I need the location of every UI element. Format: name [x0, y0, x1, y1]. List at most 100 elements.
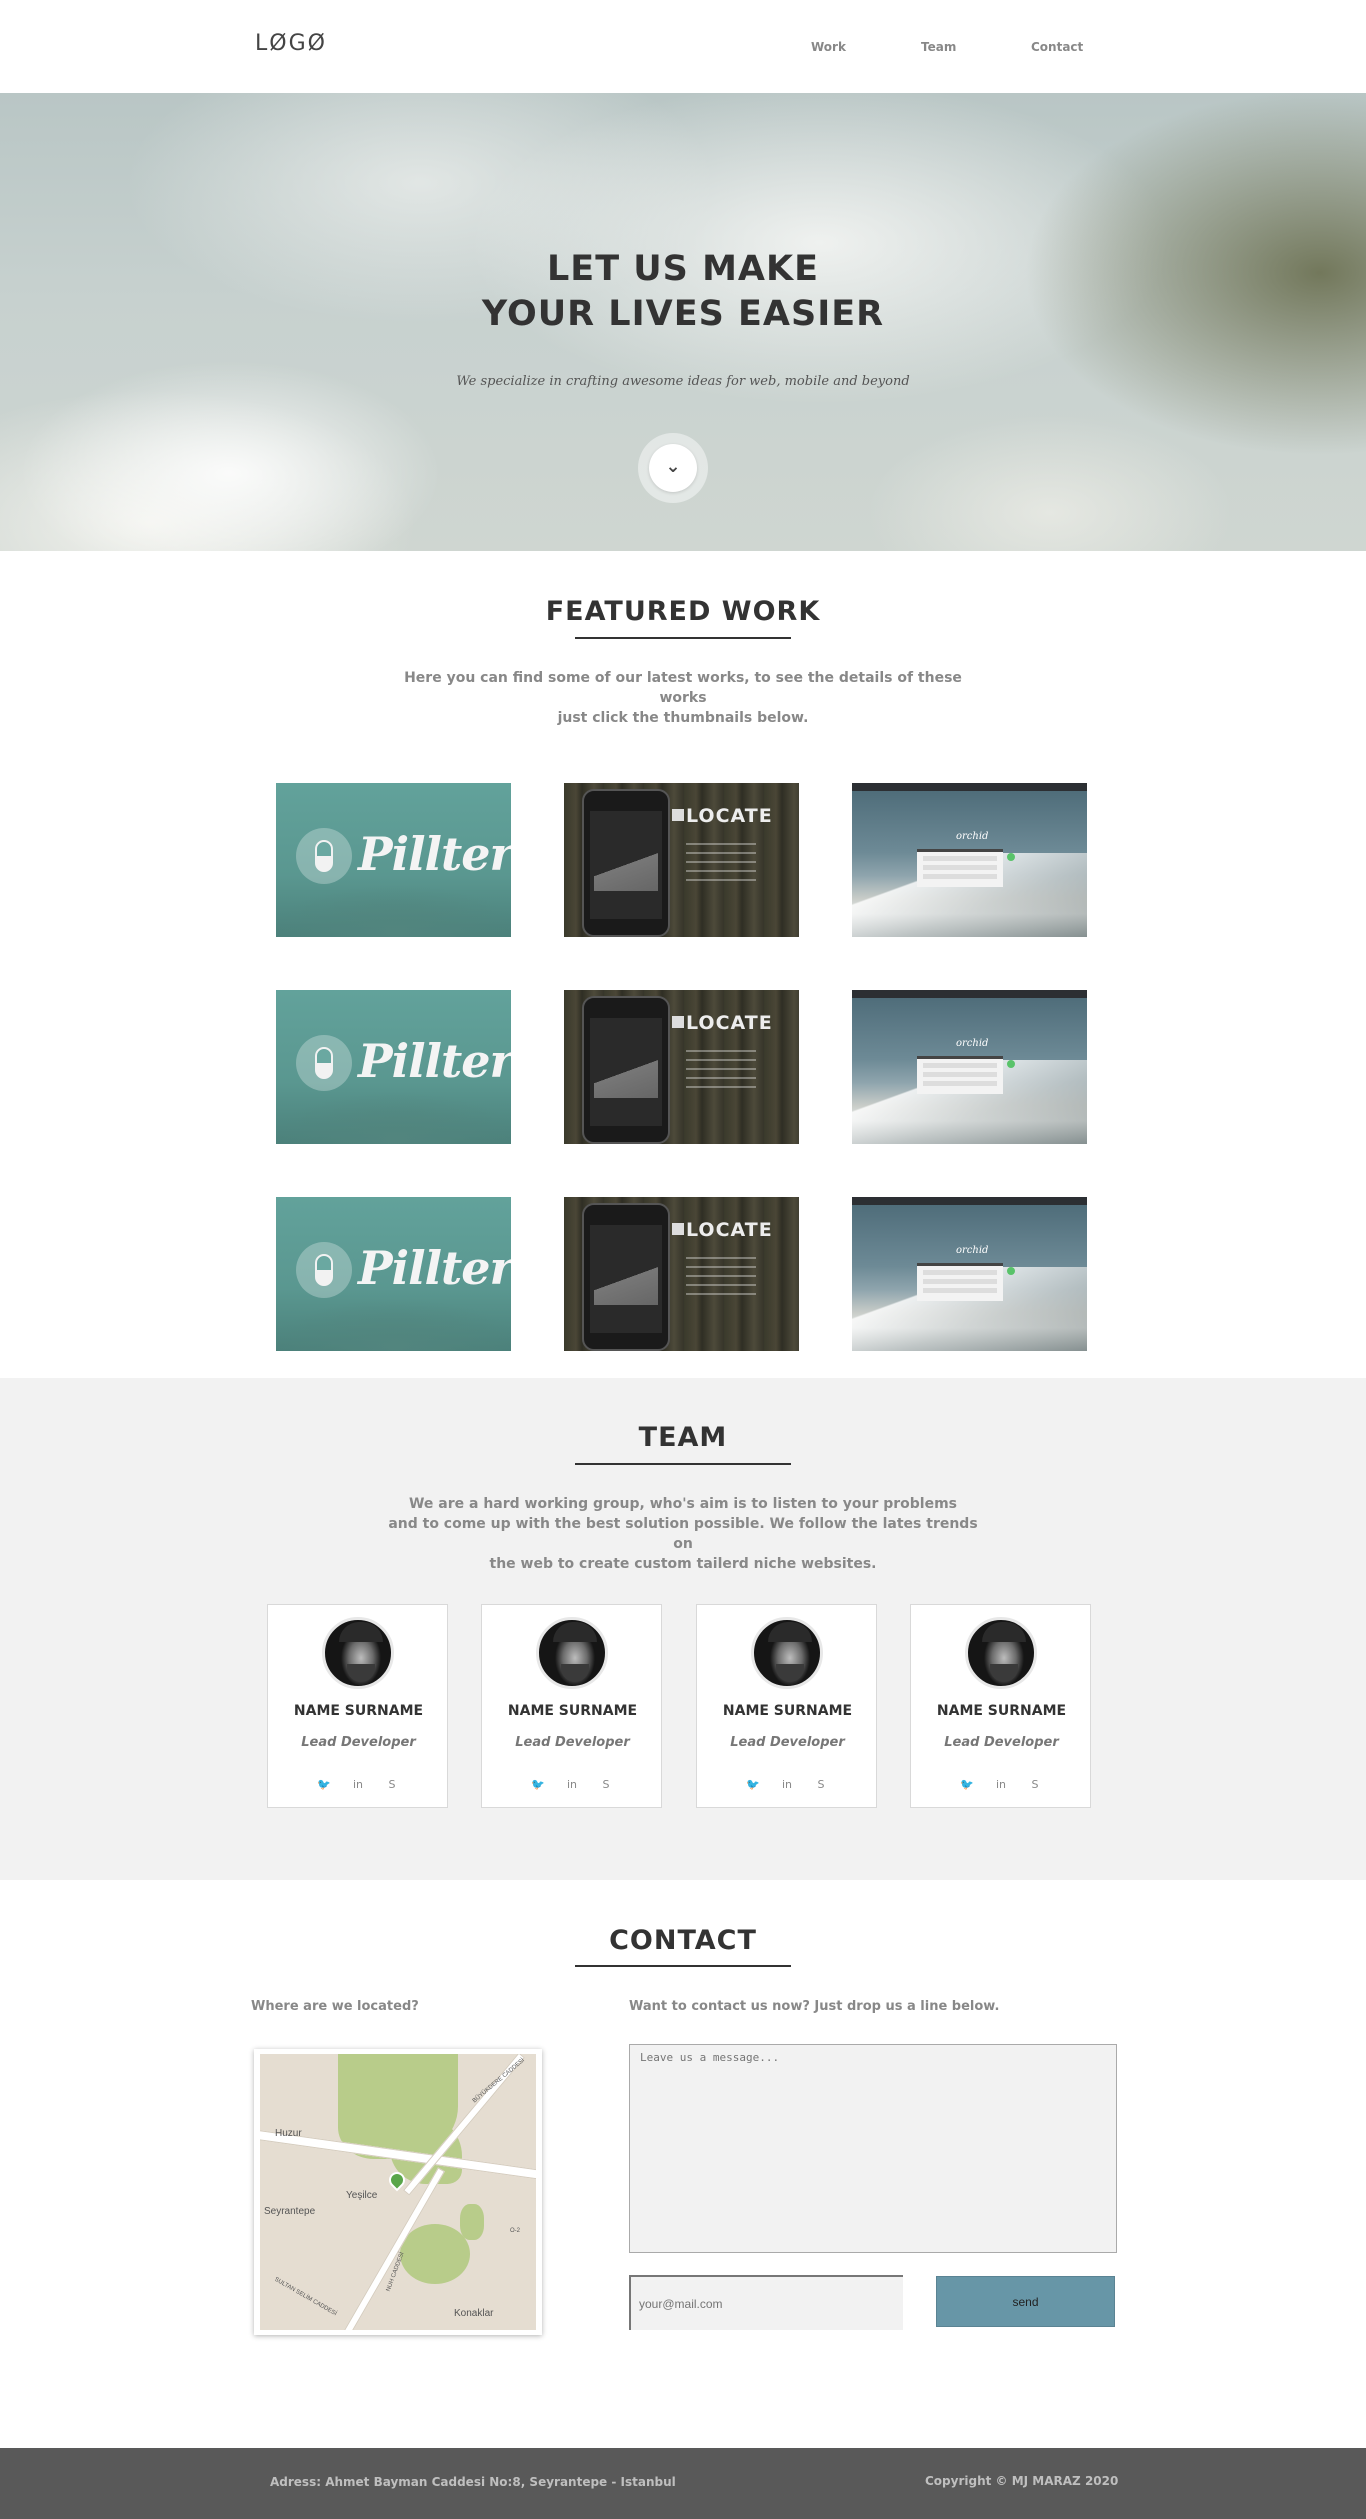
message-textarea[interactable] [629, 2044, 1117, 2253]
login-form-mockup [917, 1263, 1003, 1301]
chevron-down-icon: ⌄ [665, 456, 681, 477]
scroll-down-ring: ⌄ [638, 433, 708, 503]
skype-icon[interactable]: S [384, 1777, 400, 1793]
phone-mockup [582, 996, 670, 1144]
avatar-beard [776, 1664, 804, 1682]
map-label-seyrantepe: Seyrantepe [264, 2206, 316, 2217]
hero-title-line-1: LET US MAKE [546, 249, 820, 289]
twitter-icon[interactable]: 🐦 [316, 1777, 332, 1793]
pill-logo-icon [296, 1035, 352, 1091]
locate-brand: LOCATE [686, 1219, 773, 1241]
location-map[interactable]: Huzur Yeşilce Seyrantepe Konaklar BÜYÜKD… [254, 2049, 542, 2335]
avatar-beard [347, 1664, 375, 1682]
email-input[interactable] [629, 2275, 903, 2330]
team-card: NAME SURNAME Lead Developer 🐦 in S [696, 1604, 877, 1808]
work-thumbnail-pillter[interactable]: Pillter [276, 1197, 511, 1351]
phone-mockup [582, 1203, 670, 1351]
phone-chart [594, 1265, 658, 1305]
twitter-icon[interactable]: 🐦 [530, 1777, 546, 1793]
work-thumbnail-orchid[interactable]: orchid [852, 990, 1087, 1144]
twitter-icon[interactable]: 🐦 [959, 1777, 975, 1793]
social-links: 🐦 in S [530, 1777, 616, 1793]
location-label: Where are we located? [251, 1999, 419, 2014]
team-desc-line-2: and to come up with the best solution po… [388, 1516, 978, 1552]
skype-icon[interactable]: S [1027, 1777, 1043, 1793]
logo[interactable]: LØGØ [255, 31, 327, 56]
work-thumbnail-orchid[interactable]: orchid [852, 783, 1087, 937]
hero-banner: LET US MAKE YOUR LIVES EASIER We special… [0, 93, 1366, 551]
scroll-down-button[interactable]: ⌄ [649, 444, 697, 492]
pillter-brand: Pillter [358, 827, 511, 881]
team-desc-line-1: We are a hard working group, who's aim i… [408, 1496, 958, 1512]
go-dot-icon [1007, 853, 1015, 861]
team-card: NAME SURNAME Lead Developer 🐦 in S [481, 1604, 662, 1808]
map-park [460, 2204, 484, 2240]
go-dot-icon [1007, 1060, 1015, 1068]
avatar-hair [768, 1622, 812, 1642]
team-card: NAME SURNAME Lead Developer 🐦 in S [267, 1604, 448, 1808]
member-name: NAME SURNAME [293, 1703, 424, 1719]
member-name: NAME SURNAME [507, 1703, 638, 1719]
hero-subtitle: We specialize in crafting awesome ideas … [456, 374, 910, 389]
avatar [965, 1617, 1037, 1689]
avatar-hair [553, 1622, 597, 1642]
map-label-o2: O-2 [510, 2228, 521, 2234]
member-name: NAME SURNAME [936, 1703, 1067, 1719]
work-thumbnail-orchid[interactable]: orchid [852, 1197, 1087, 1351]
map-label-konaklar: Konaklar [454, 2308, 494, 2319]
nav-work[interactable]: Work [811, 40, 846, 54]
linkedin-icon[interactable]: in [779, 1777, 795, 1793]
pill-icon [315, 1047, 333, 1079]
linkedin-icon[interactable]: in [350, 1777, 366, 1793]
work-thumbnail-locate[interactable]: LOCATE [564, 783, 799, 937]
phone-screen [590, 811, 662, 919]
map-label-road-bottom: SULTAN SELİM CADDESİ [273, 2276, 338, 2318]
avatar-hair [982, 1622, 1026, 1642]
pill-logo-icon [296, 1242, 352, 1298]
twitter-icon[interactable]: 🐦 [745, 1777, 761, 1793]
linkedin-icon[interactable]: in [564, 1777, 580, 1793]
linkedin-icon[interactable]: in [993, 1777, 1009, 1793]
featured-work-description: Here you can find some of our latest wor… [383, 668, 983, 728]
locate-logo-icon [672, 809, 684, 821]
locate-text-lines [686, 1257, 756, 1297]
contact-title: CONTACT [609, 1925, 757, 1956]
team-desc-line-3: the web to create custom tailerd niche w… [489, 1556, 877, 1572]
locate-text-lines [686, 843, 756, 883]
site-header: LØGØ Work Team Contact [0, 0, 1366, 93]
skype-icon[interactable]: S [813, 1777, 829, 1793]
avatar [536, 1617, 608, 1689]
contact-form-label: Want to contact us now? Just drop us a l… [629, 1999, 1000, 2014]
social-links: 🐦 in S [959, 1777, 1045, 1793]
map-label-yesilce: Yeşilce [346, 2190, 378, 2201]
member-role: Lead Developer [730, 1735, 845, 1750]
map-canvas[interactable]: Huzur Yeşilce Seyrantepe Konaklar BÜYÜKD… [260, 2054, 536, 2330]
pill-logo-icon [296, 828, 352, 884]
nav-contact[interactable]: Contact [1031, 40, 1083, 54]
phone-screen [590, 1225, 662, 1333]
locate-text-lines [686, 1050, 756, 1090]
site-footer: Adress: Ahmet Bayman Caddesi No:8, Seyra… [0, 2448, 1366, 2519]
nav-team[interactable]: Team [921, 40, 956, 54]
pill-icon [315, 840, 333, 872]
social-links: 🐦 in S [316, 1777, 402, 1793]
team-description: We are a hard working group, who's aim i… [383, 1494, 983, 1574]
work-thumbnail-pillter[interactable]: Pillter [276, 990, 511, 1144]
locate-logo-icon [672, 1223, 684, 1235]
work-thumbnail-locate[interactable]: LOCATE [564, 990, 799, 1144]
map-label-road-top: BÜYÜKDERE CADDESİ [471, 2057, 526, 2105]
locate-logo-icon [672, 1016, 684, 1028]
member-role: Lead Developer [301, 1735, 416, 1750]
orchid-brand: orchid [956, 1038, 989, 1049]
go-dot-icon [1007, 1267, 1015, 1275]
featured-work-desc-line-2: just click the thumbnails below. [557, 710, 809, 726]
footer-address: Adress: Ahmet Bayman Caddesi No:8, Seyra… [270, 2475, 676, 2489]
featured-work-underline [575, 637, 791, 639]
phone-screen [590, 1018, 662, 1126]
send-button[interactable]: send [936, 2276, 1115, 2327]
work-thumbnail-pillter[interactable]: Pillter [276, 783, 511, 937]
skype-icon[interactable]: S [598, 1777, 614, 1793]
work-thumbnail-locate[interactable]: LOCATE [564, 1197, 799, 1351]
pill-icon [315, 1254, 333, 1286]
phone-mockup [582, 789, 670, 937]
